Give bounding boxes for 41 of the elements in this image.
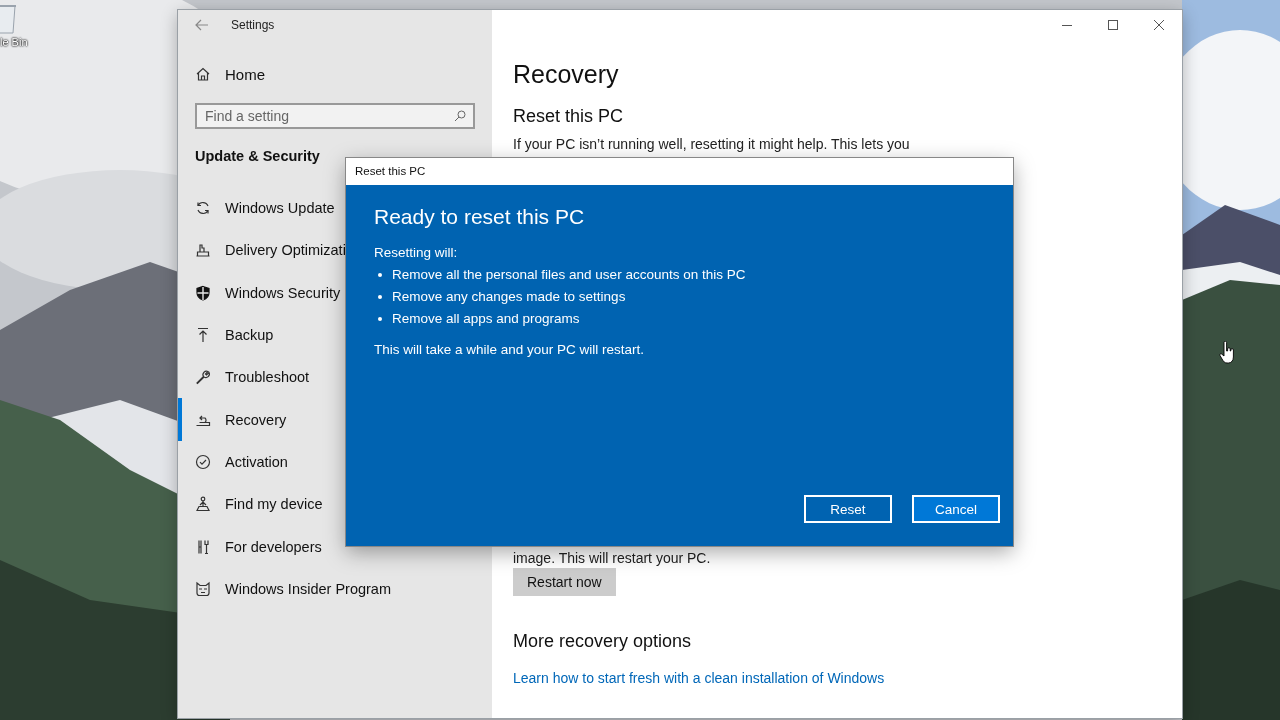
description-text: image. This will restart your PC. — [513, 549, 712, 567]
minimize-icon — [1062, 24, 1072, 26]
desktop-icon-label[interactable]: le Bin — [0, 36, 28, 48]
page-title: Recovery — [513, 59, 620, 90]
bullet-icon — [378, 273, 382, 277]
person-location-icon — [195, 496, 211, 513]
bullet-text: Remove all apps and programs — [392, 310, 580, 328]
bullet-text: Remove any changes made to settings — [392, 288, 626, 306]
wrench-icon — [195, 369, 211, 386]
close-icon — [1154, 20, 1164, 30]
dialog-text: Resetting will: — [374, 244, 459, 262]
dialog-button[interactable]: Cancel — [912, 495, 1000, 523]
bullet-icon — [378, 295, 382, 299]
cat-face-icon — [195, 580, 211, 597]
dialog-title: Reset this PC — [346, 158, 1013, 185]
bullet-icon — [378, 317, 382, 321]
sidebar-item[interactable]: Windows Insider Program — [178, 567, 492, 610]
dialog-heading: Ready to reset this PC — [374, 204, 586, 230]
window-title: Settings — [231, 18, 275, 32]
search-field[interactable]: Find a setting — [195, 103, 475, 129]
clean-install-link[interactable]: Learn how to start fresh with a clean installation of Windows — [513, 668, 885, 688]
search-icon — [454, 110, 466, 122]
hand-cursor-icon — [1219, 341, 1235, 365]
shield-icon — [195, 284, 211, 301]
restart-now-button[interactable]: Restart now — [513, 568, 616, 596]
back-arrow-icon[interactable] — [194, 17, 210, 33]
section-heading: More recovery options — [513, 630, 693, 653]
bullet-text: Remove all the personal files and user accounts on this PC — [392, 266, 746, 284]
dialog-text: This will take a while and your PC will restart. — [374, 341, 646, 359]
home-icon — [195, 66, 211, 82]
dialog-button[interactable]: Reset — [804, 495, 892, 523]
delivery-icon — [195, 242, 211, 259]
sync-icon — [195, 200, 211, 217]
home-link[interactable]: Home — [178, 54, 492, 94]
tools-icon — [195, 538, 211, 555]
maximize-icon — [1108, 20, 1118, 30]
upload-arrow-icon — [195, 327, 211, 344]
section-heading: Reset this PC — [513, 105, 625, 128]
section-heading: Update & Security — [195, 147, 321, 166]
check-circle-icon — [195, 453, 211, 470]
description-text: If your PC isn’t running well, resetting it might help. This lets you — [513, 135, 911, 153]
